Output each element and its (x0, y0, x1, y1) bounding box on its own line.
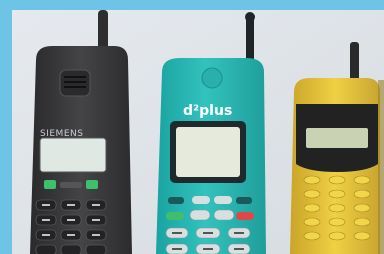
siemens-green-key (44, 180, 56, 189)
dplus-earpiece (201, 67, 223, 89)
dplus-brand: d²plus (183, 103, 232, 119)
dplus-screen (176, 127, 240, 177)
siemens-menu-key (60, 182, 82, 188)
yellow-side-edge (378, 80, 384, 254)
photo-scene: SIEMENS d²plus (0, 0, 384, 254)
siemens-green-key-2 (86, 180, 98, 189)
phone-photo: SIEMENS d²plus (0, 0, 384, 254)
earpiece-grille (64, 76, 86, 88)
top-border (0, 0, 384, 10)
siemens-screen (39, 137, 107, 173)
dplus-antenna-tip (245, 12, 255, 22)
yellow-screen (306, 128, 368, 148)
left-border (0, 0, 12, 254)
